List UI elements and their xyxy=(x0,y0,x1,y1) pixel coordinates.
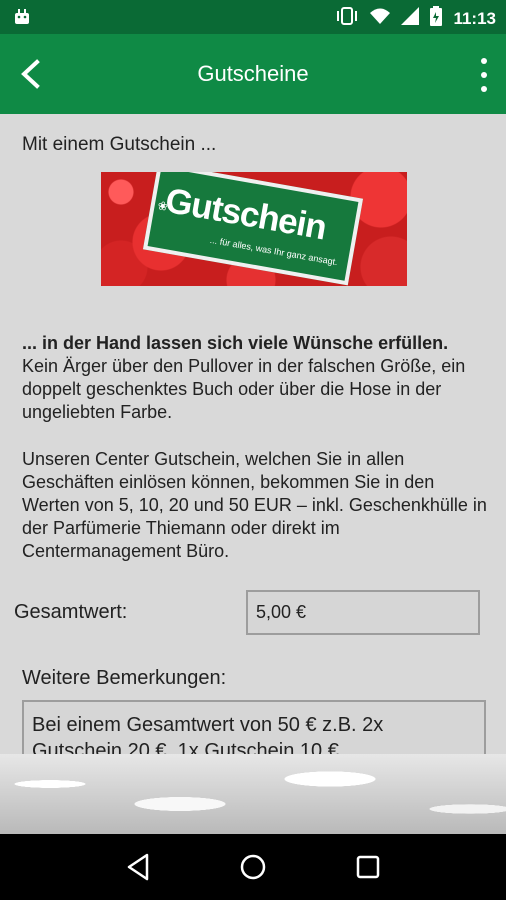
page-title: Gutscheine xyxy=(197,61,309,86)
intro-text: Mit einem Gutschein ... xyxy=(22,134,217,155)
signal-icon xyxy=(401,7,420,30)
notes-label: Weitere Bemerkungen: xyxy=(22,667,227,689)
app-bar: Gutscheine xyxy=(0,34,506,114)
total-label: Gesamtwert: xyxy=(14,601,128,623)
snow-background-image xyxy=(0,754,506,834)
status-time: 11:13 xyxy=(453,8,496,28)
vibrate-icon xyxy=(335,6,359,31)
navigation-bar xyxy=(0,834,506,900)
notes-textarea[interactable]: Bei einem Gesamtwert von 50 € z.B. 2x Gu… xyxy=(22,700,486,754)
voucher-image: ❀ Gutschein ... für alles, was Ihr ganz … xyxy=(101,172,407,286)
nav-back-icon[interactable] xyxy=(118,847,158,887)
status-bar: 11:13 xyxy=(0,0,506,34)
voucher-card: ❀ Gutschein ... für alles, was Ihr ganz … xyxy=(142,172,364,286)
overflow-menu-icon[interactable] xyxy=(476,58,492,92)
nav-recents-icon[interactable] xyxy=(348,847,388,887)
android-icon xyxy=(12,7,32,32)
description-paragraph-2: Unseren Center Gutschein, welchen Sie in… xyxy=(22,449,487,561)
wifi-icon xyxy=(369,7,391,30)
description-paragraph-1: ... in der Hand lassen sich viele Wünsch… xyxy=(22,332,492,424)
battery-icon xyxy=(429,6,443,31)
total-value-field[interactable]: 5,00 € xyxy=(246,590,480,635)
voucher-word: Gutschein xyxy=(162,180,329,248)
headline: ... in der Hand lassen sich viele Wünsch… xyxy=(22,333,449,353)
content-scroll[interactable]: Mit einem Gutschein ... ❀ Gutschein ... … xyxy=(0,114,506,754)
paragraph-1-text: Kein Ärger über den Pullover in der fals… xyxy=(22,356,466,422)
nav-home-icon[interactable] xyxy=(233,847,273,887)
